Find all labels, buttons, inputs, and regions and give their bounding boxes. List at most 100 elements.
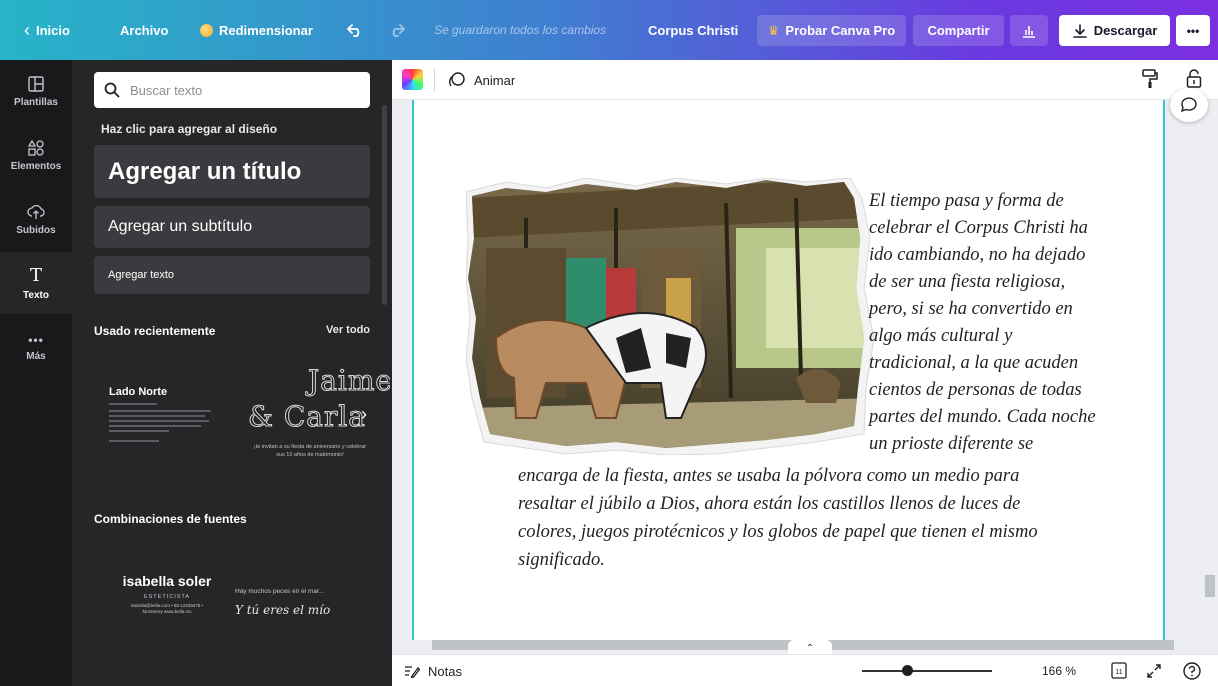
share-button[interactable]: Compartir — [913, 15, 1004, 46]
paragraph-right[interactable]: El tiempo pasa y forma de celebrar el Co… — [869, 188, 1159, 458]
template-text-line — [109, 420, 209, 422]
paragraph-line: partes del mundo. Cada noche — [869, 407, 1096, 427]
template-title-line2: & Carla — [248, 400, 366, 434]
search-box[interactable] — [94, 72, 370, 108]
bar-chart-icon — [1023, 25, 1035, 38]
add-body-text-button[interactable]: Agregar texto — [94, 256, 370, 294]
rail-label-uploads: Subidos — [16, 224, 56, 236]
font-combos-title: Combinaciones de fuentes — [94, 512, 247, 526]
more-options-icon: ••• — [1186, 23, 1200, 38]
vertical-scrollbar[interactable] — [1205, 575, 1215, 597]
canvas-area: Animar El tiempo pasa y forma de celebra… — [392, 60, 1218, 686]
file-label: Archivo — [120, 22, 169, 38]
paragraph-line: un prioste diferente se — [869, 434, 1034, 454]
top-bar: ‹ Inicio Archivo Redimensionar Se guarda… — [0, 0, 1218, 60]
page-count-text: 11 — [1115, 669, 1122, 676]
home-button[interactable]: ‹ Inicio — [24, 0, 70, 60]
add-hint: Haz clic para agregar al diseño — [101, 122, 278, 136]
crown-icon: ♛ — [767, 22, 780, 38]
paragraph-line: algo más cultural y — [869, 326, 1013, 346]
font-combo-isabella[interactable]: isabella soler ESTETICISTA isabella@bell… — [122, 573, 212, 615]
rail-label-text: Texto — [23, 290, 49, 301]
paragraph-line: ido cambiando, no ha dejado — [869, 245, 1086, 265]
design-page[interactable]: El tiempo pasa y forma de celebrar el Co… — [412, 100, 1165, 640]
rail-item-elements[interactable]: Elementos — [0, 124, 72, 186]
file-menu[interactable]: Archivo — [120, 0, 168, 60]
page-count-icon: 11 — [1111, 662, 1127, 679]
template-text-line — [109, 410, 211, 412]
try-pro-button[interactable]: ♛ Probar Canva Pro — [757, 15, 906, 46]
unlock-icon — [1186, 69, 1202, 88]
template-text-line — [109, 403, 157, 405]
add-subheading-button[interactable]: Agregar un subtítulo — [94, 206, 370, 248]
paragraph-line: significado. — [518, 550, 605, 570]
document-title[interactable]: Corpus Christi — [648, 0, 738, 60]
zoom-slider[interactable] — [862, 670, 992, 672]
resize-button[interactable]: Redimensionar — [200, 0, 313, 60]
template-title-line1: Jaime — [308, 364, 393, 398]
download-button[interactable]: Descargar — [1059, 15, 1170, 46]
help-button[interactable] — [1182, 661, 1202, 686]
rail-item-more[interactable]: ••• Más — [0, 316, 72, 378]
combo-role: ESTETICISTA — [143, 594, 191, 600]
comment-button[interactable] — [1170, 88, 1208, 122]
see-all-link[interactable]: Ver todo — [326, 324, 370, 336]
chevron-left-icon: ‹ — [24, 19, 30, 40]
template-text-line — [109, 425, 201, 427]
add-heading-button[interactable]: Agregar un título — [94, 145, 370, 198]
search-input[interactable] — [130, 82, 350, 98]
try-pro-label: Probar Canva Pro — [785, 23, 896, 38]
undo-icon — [346, 24, 360, 37]
template-text-line — [109, 415, 205, 417]
paragraph-line: de ser una fiesta religiosa, — [869, 272, 1066, 292]
redo-button[interactable] — [388, 0, 406, 60]
chevron-up-icon: ⌃ — [805, 642, 815, 654]
document-title-text: Corpus Christi — [648, 22, 739, 38]
share-label: Compartir — [927, 23, 990, 38]
paragraph-bottom[interactable]: encarga de la fiesta, antes se usaba la … — [518, 462, 1158, 574]
animate-label: Animar — [474, 72, 516, 88]
text-color-swatch[interactable] — [402, 69, 423, 90]
page-grid-button[interactable]: 11 — [1109, 661, 1129, 686]
rail-label-more: Más — [26, 350, 46, 362]
festival-photo[interactable] — [465, 177, 881, 456]
notes-label: Notas — [428, 663, 462, 679]
notes-button[interactable]: Notas — [404, 655, 462, 686]
rail-item-uploads[interactable]: Subidos — [0, 188, 72, 250]
chevron-right-icon[interactable]: › — [361, 404, 367, 425]
paragraph-line: El tiempo pasa y forma de — [869, 191, 1064, 211]
rail-item-text[interactable]: T Texto — [0, 252, 72, 314]
paragraph-line: cientos de personas de todas — [869, 380, 1082, 400]
combo-name: isabella soler — [122, 573, 212, 589]
insights-button[interactable] — [1010, 15, 1048, 46]
combo-line2: Y tú eres el mío — [235, 603, 331, 617]
combo-contact: isabella@bella.com • 55-12345678 • Monte… — [130, 603, 204, 614]
rail-item-templates[interactable]: Plantillas — [0, 60, 72, 122]
panel-scrollbar[interactable] — [382, 105, 387, 305]
recent-section-title: Usado recientemente — [94, 324, 216, 338]
paragraph-line: resaltar el júbilo a Dios, ahora están l… — [518, 494, 1021, 514]
fullscreen-button[interactable] — [1144, 661, 1164, 686]
crown-orb-icon — [200, 23, 213, 37]
paragraph-line: colores, juegos pirotécnicos y los globo… — [518, 522, 1038, 542]
zoom-slider-handle[interactable] — [902, 665, 913, 676]
undo-button[interactable] — [346, 0, 364, 60]
festival-photo-image — [465, 177, 875, 456]
search-icon — [104, 82, 120, 98]
paragraph-line: encarga de la fiesta, antes se usaba la … — [518, 466, 1020, 486]
upload-icon — [27, 204, 45, 219]
home-label: Inicio — [36, 22, 70, 38]
canva-editor: ‹ Inicio Archivo Redimensionar Se guarda… — [0, 0, 1218, 686]
redo-icon — [392, 24, 406, 37]
text-icon: T — [29, 265, 42, 286]
template-text-line — [109, 430, 169, 432]
notes-icon — [405, 666, 420, 678]
animate-icon — [449, 72, 465, 87]
paint-format-button[interactable] — [1141, 68, 1159, 95]
more-options-button[interactable]: ••• — [1176, 15, 1210, 46]
rail-label-templates: Plantillas — [14, 96, 58, 108]
zoom-percentage[interactable]: 166 % — [1042, 655, 1076, 686]
resize-label: Redimensionar — [219, 22, 313, 38]
animate-button[interactable]: Animar — [448, 60, 515, 100]
paragraph-line: celebrar el Corpus Christi ha — [869, 218, 1088, 238]
